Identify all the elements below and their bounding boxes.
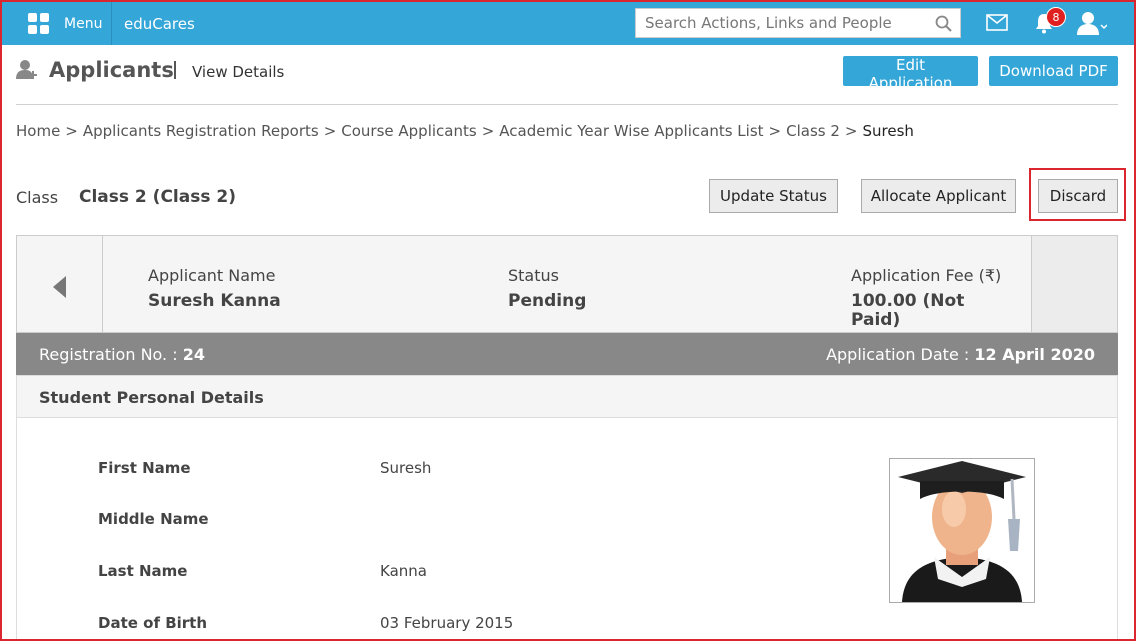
- notification-badge: 8: [1046, 7, 1066, 27]
- breadcrumb-separator: >: [481, 122, 495, 140]
- download-pdf-button[interactable]: Download PDF: [989, 56, 1118, 86]
- search-icon[interactable]: [935, 15, 952, 32]
- date-of-birth-value: 03 February 2015: [380, 614, 514, 632]
- application-fee-value: 100.00 (Not: [851, 291, 965, 311]
- allocate-applicant-button[interactable]: Allocate Applicant: [861, 179, 1016, 213]
- update-status-button[interactable]: Update Status: [709, 179, 838, 213]
- chevron-left-icon: [53, 276, 66, 298]
- registration-bar: Registration No. : 24 Application Date :…: [16, 333, 1118, 375]
- applicant-photo: [889, 458, 1035, 603]
- first-name-label: First Name: [98, 459, 191, 477]
- graduate-avatar: [898, 461, 1026, 602]
- mail-icon[interactable]: [986, 14, 1008, 31]
- registration-label: Registration No. :: [39, 345, 183, 364]
- applicant-name-value: Suresh Kanna: [148, 291, 281, 311]
- grid-menu-icon: [28, 13, 49, 34]
- title-divider: [174, 61, 176, 79]
- search-box[interactable]: [635, 8, 961, 38]
- status-value: Pending: [508, 291, 587, 311]
- top-navbar: Menu eduCares: [2, 2, 1134, 45]
- breadcrumb-home[interactable]: Home: [16, 122, 60, 140]
- breadcrumb-registration-reports[interactable]: Applicants Registration Reports: [83, 122, 319, 140]
- discard-button[interactable]: Discard: [1038, 179, 1118, 213]
- application-date-value: 12 April 2020: [974, 345, 1095, 364]
- menu-label: Menu: [64, 15, 103, 32]
- last-name-value: Kanna: [380, 562, 427, 580]
- status-label: Status: [508, 266, 559, 285]
- application-fee-status: Paid): [851, 310, 901, 330]
- applicant-icon: [16, 60, 37, 79]
- last-name-label: Last Name: [98, 562, 188, 580]
- registration-value: 24: [182, 345, 205, 364]
- middle-name-label: Middle Name: [98, 510, 209, 528]
- registration-number: Registration No. : 24: [39, 345, 205, 364]
- breadcrumb-separator: >: [844, 122, 858, 140]
- applicant-name-label: Applicant Name: [148, 266, 276, 285]
- menu-button[interactable]: Menu: [2, 2, 112, 45]
- application-fee-label: Application Fee (₹): [851, 266, 1002, 285]
- application-date: Application Date : 12 April 2020: [826, 345, 1095, 364]
- breadcrumb-separator: >: [768, 122, 782, 140]
- previous-applicant-button[interactable]: [17, 236, 103, 332]
- breadcrumb-course-applicants[interactable]: Course Applicants: [341, 122, 476, 140]
- breadcrumb-class[interactable]: Class 2: [786, 122, 840, 140]
- edit-application-button[interactable]: Edit Application: [843, 56, 978, 92]
- brand-name[interactable]: eduCares: [124, 15, 195, 33]
- next-applicant-button[interactable]: [1031, 236, 1117, 332]
- page-subtitle: View Details: [192, 63, 285, 81]
- page-title: Applicants: [49, 58, 174, 82]
- search-input[interactable]: [636, 9, 926, 37]
- application-date-label: Application Date :: [826, 345, 975, 364]
- personal-details-header[interactable]: Student Personal Details: [16, 375, 1118, 418]
- breadcrumb: Home > Applicants Registration Reports > Cou…: [16, 122, 914, 140]
- first-name-value: Suresh: [380, 459, 432, 477]
- breadcrumb-separator: >: [65, 122, 78, 140]
- header-divider: [16, 104, 1118, 105]
- breadcrumb-current: Suresh: [862, 122, 914, 140]
- date-of-birth-label: Date of Birth: [98, 614, 208, 632]
- user-icon[interactable]: [1077, 11, 1107, 35]
- breadcrumb-academic-year-list[interactable]: Academic Year Wise Applicants List: [499, 122, 763, 140]
- class-label: Class: [16, 188, 59, 207]
- applicant-summary: Applicant Name Suresh Kanna Status Pendi…: [16, 235, 1118, 333]
- section-title: Student Personal Details: [39, 388, 264, 407]
- breadcrumb-separator: >: [323, 122, 337, 140]
- class-value: Class 2 (Class 2): [79, 187, 236, 207]
